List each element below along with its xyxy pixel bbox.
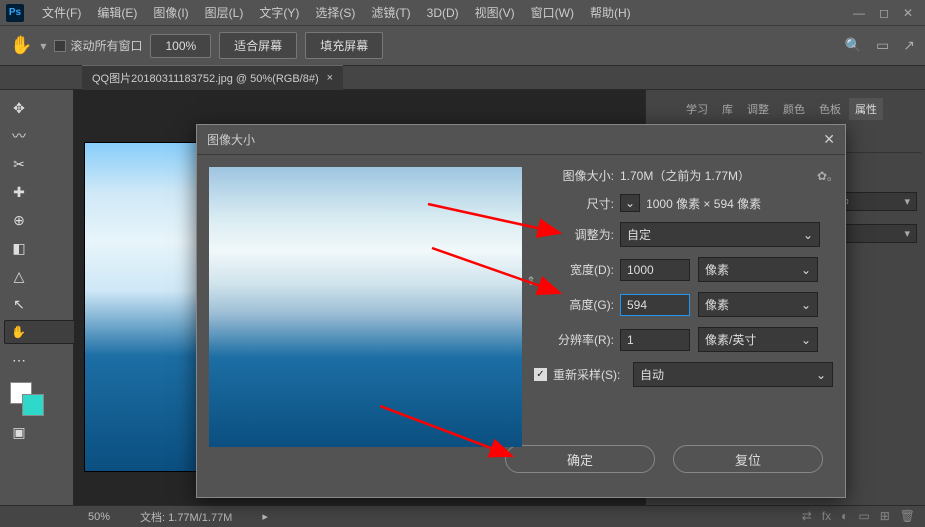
panel-tab-row: 学习 库 调整 颜色 色板 属性	[650, 94, 921, 124]
resample-checkbox[interactable]: ✓	[534, 368, 547, 381]
lasso-tool[interactable]: 〰	[4, 124, 34, 148]
height-unit-select[interactable]: 像素⌄	[698, 292, 818, 317]
document-tab-label: QQ图片20180311183752.jpg @ 50%(RGB/8#)	[92, 70, 319, 86]
fit-screen-button[interactable]: 适合屏幕	[219, 32, 297, 59]
pen-tool[interactable]: △	[4, 264, 34, 288]
ok-button[interactable]: 确定	[505, 445, 655, 473]
menu-view[interactable]: 视图(V)	[467, 0, 523, 25]
dialog-preview	[209, 167, 522, 447]
edit-toolbar[interactable]: ⋯	[4, 348, 34, 372]
dialog-close-icon[interactable]: ✕	[823, 131, 835, 148]
status-zoom[interactable]: 50%	[88, 511, 110, 523]
checkbox-icon	[54, 40, 66, 52]
close-icon[interactable]: ✕	[903, 6, 913, 20]
menu-image[interactable]: 图像(I)	[145, 0, 196, 25]
menu-select[interactable]: 选择(S)	[307, 0, 363, 25]
document-tabs: QQ图片20180311183752.jpg @ 50%(RGB/8#) ×	[0, 66, 925, 90]
new-group-icon[interactable]: ▭	[858, 509, 869, 523]
window-controls: — ◻ ✕	[853, 6, 919, 20]
res-unit-select[interactable]: 像素/英寸⌄	[698, 327, 818, 352]
crop-tool[interactable]: ✂	[4, 152, 34, 176]
maximize-icon[interactable]: ◻	[879, 6, 889, 20]
tab-close-icon[interactable]: ×	[327, 72, 333, 84]
trash-icon[interactable]: 🗑	[900, 509, 915, 523]
tab-library[interactable]: 库	[716, 98, 739, 120]
dialog-titlebar[interactable]: 图像大小 ✕	[197, 125, 845, 155]
menu-window[interactable]: 窗口(W)	[523, 0, 582, 25]
dim-value: 1000 像素 × 594 像素	[646, 195, 761, 212]
menu-layer[interactable]: 图层(L)	[197, 0, 252, 25]
quickmask-tool[interactable]: ▣	[4, 420, 34, 444]
search-icon[interactable]: 🔍	[845, 37, 862, 54]
link-dimensions-icon[interactable]: ⇕	[526, 274, 536, 288]
menu-3d[interactable]: 3D(D)	[419, 2, 467, 24]
path-tool[interactable]: ↖	[4, 292, 34, 316]
gear-icon[interactable]: ✿｡	[817, 167, 833, 184]
tab-adjust[interactable]: 调整	[741, 98, 775, 120]
size-label: 图像大小:	[534, 167, 620, 184]
move-tool[interactable]: ✥	[4, 96, 34, 120]
workspace-icon[interactable]: ▭	[876, 37, 889, 54]
res-input[interactable]	[620, 329, 690, 351]
new-layer-icon[interactable]: ⊞	[880, 509, 890, 523]
tab-learn[interactable]: 学习	[680, 98, 714, 120]
zoom-100-button[interactable]: 100%	[150, 34, 211, 58]
hand-tool-icon[interactable]: ✋	[10, 35, 32, 56]
dim-chevron-icon[interactable]: ⌄	[620, 194, 640, 212]
size-value: 1.70M（之前为 1.77M）	[620, 167, 750, 184]
height-label: 高度(G):	[534, 296, 620, 313]
resample-select[interactable]: 自动⌄	[633, 362, 833, 387]
status-chevron-icon[interactable]: ▸	[262, 510, 268, 523]
reset-button[interactable]: 复位	[673, 445, 823, 473]
menu-filter[interactable]: 滤镜(T)	[363, 0, 418, 25]
layer-panel-footer: ⇄ fx ◐ ▭ ⊞ 🗑	[802, 509, 915, 523]
width-input[interactable]	[620, 259, 690, 281]
width-unit-select[interactable]: 像素⌄	[698, 257, 818, 282]
dialog-title: 图像大小	[207, 131, 255, 148]
fill-screen-button[interactable]: 填充屏幕	[305, 32, 383, 59]
chevron-down-icon: ⌄	[803, 228, 813, 242]
menu-text[interactable]: 文字(Y)	[251, 0, 307, 25]
share-icon[interactable]: ↗	[903, 37, 915, 54]
fit-label: 调整为:	[534, 226, 620, 243]
scroll-all-checkbox[interactable]: 滚动所有窗口	[54, 37, 142, 54]
document-tab[interactable]: QQ图片20180311183752.jpg @ 50%(RGB/8#) ×	[82, 65, 343, 90]
resample-label: 重新采样(S):	[553, 366, 633, 383]
healing-tool[interactable]: ✚	[4, 180, 34, 204]
menu-edit[interactable]: 编辑(E)	[89, 0, 145, 25]
option-bar: ✋ ▾ 滚动所有窗口 100% 适合屏幕 填充屏幕 🔍 ▭ ↗	[0, 26, 925, 66]
eraser-tool[interactable]: ◧	[4, 236, 34, 260]
res-label: 分辨率(R):	[534, 331, 620, 348]
tab-swatch[interactable]: 色板	[813, 98, 847, 120]
scroll-all-label: 滚动所有窗口	[70, 37, 142, 54]
dim-label: 尺寸:	[534, 195, 620, 212]
tab-properties[interactable]: 属性	[849, 98, 883, 120]
menubar: Ps 文件(F) 编辑(E) 图像(I) 图层(L) 文字(Y) 选择(S) 滤…	[0, 0, 925, 26]
tab-color[interactable]: 颜色	[777, 98, 811, 120]
fit-select[interactable]: 自定⌄	[620, 222, 820, 247]
background-swatch[interactable]	[22, 394, 44, 416]
width-label: 宽度(D):	[534, 261, 620, 278]
image-size-dialog: 图像大小 ✕ 图像大小: 1.70M（之前为 1.77M） ✿｡ 尺寸: ⌄ 1…	[196, 124, 846, 498]
link-layers-icon[interactable]: ⇄	[802, 509, 812, 523]
menu-help[interactable]: 帮助(H)	[582, 0, 639, 25]
chevron-down-icon[interactable]: ▾	[40, 39, 46, 53]
height-input[interactable]	[620, 294, 690, 316]
dialog-form: 图像大小: 1.70M（之前为 1.77M） ✿｡ 尺寸: ⌄ 1000 像素 …	[534, 167, 833, 433]
fx-icon[interactable]: fx	[822, 509, 831, 523]
mask-icon[interactable]: ◐	[841, 509, 848, 523]
status-docinfo[interactable]: 文档: 1.77M/1.77M	[140, 509, 232, 525]
status-bar: 50% 文档: 1.77M/1.77M ▸	[0, 505, 925, 527]
app-logo: Ps	[6, 4, 24, 22]
toolbox: ✥ ▭ 〰 ✎ ✂ ✎ ✚ 🖌 ⊕ ↺ ◧ ▤ △ T ↖ ▢ ✋ 🔍 ⋯ ▣ …	[0, 90, 74, 505]
menu-file[interactable]: 文件(F)	[34, 0, 89, 25]
stamp-tool[interactable]: ⊕	[4, 208, 34, 232]
minimize-icon[interactable]: —	[853, 6, 865, 20]
